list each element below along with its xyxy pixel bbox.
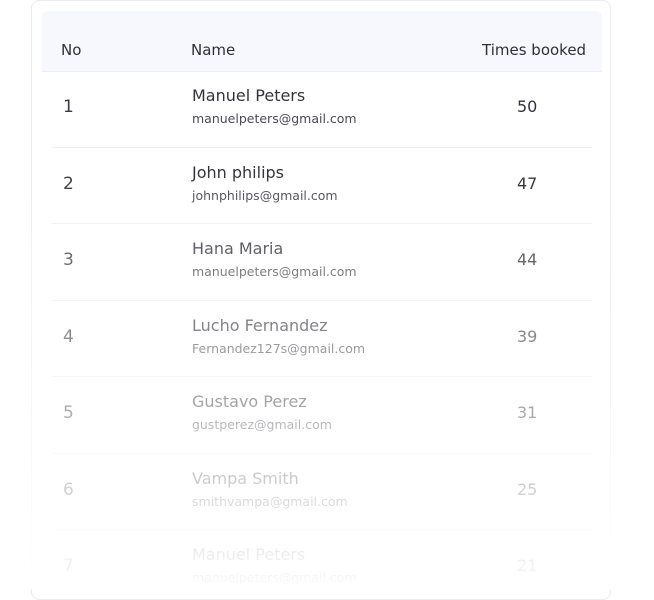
row-number: 5 — [63, 403, 74, 423]
times-booked-value: 44 — [517, 250, 538, 269]
customer-email: manuelpeters@gmail.com — [192, 570, 357, 585]
customer-name: Manuel Peters — [192, 86, 306, 105]
row-number: 3 — [63, 250, 74, 270]
bookings-table-card: No Name Times booked 1 Manuel Peters man… — [31, 0, 611, 600]
customer-email: Fernandez127s@gmail.com — [192, 340, 366, 356]
row-number: 4 — [63, 326, 74, 347]
customer-email: johnphilips@gmail.com — [192, 187, 338, 203]
table-row[interactable]: 7 Manuel Peters manuelpeters@gmail.com 2… — [42, 530, 602, 599]
row-number: 2 — [63, 173, 74, 194]
customer-name: John philips — [192, 162, 284, 182]
times-booked-value: 21 — [517, 556, 538, 575]
times-booked-value: 47 — [517, 173, 538, 193]
customer-name: Gustavo Perez — [192, 392, 307, 411]
column-header-no[interactable]: No — [61, 41, 81, 59]
table-row[interactable]: 6 Vampa Smith smithvampa@gmail.com 25 — [42, 454, 602, 530]
table-row[interactable]: 4 Lucho Fernandez Fernandez127s@gmail.co… — [42, 301, 602, 377]
times-booked-value: 50 — [517, 97, 538, 116]
customer-email: manuelpeters@gmail.com — [192, 111, 357, 126]
table-row[interactable]: 2 John philips johnphilips@gmail.com 47 — [42, 148, 602, 224]
customer-name: Hana Maria — [192, 239, 284, 258]
row-number: 1 — [63, 97, 74, 117]
times-booked-value: 31 — [517, 403, 538, 422]
customer-name: Manuel Peters — [192, 545, 306, 564]
customer-email: smithvampa@gmail.com — [192, 493, 348, 509]
customer-email: manuelpeters@gmail.com — [192, 264, 357, 279]
times-booked-value: 25 — [517, 479, 538, 499]
times-booked-value: 39 — [517, 326, 538, 346]
table-row[interactable]: 1 Manuel Peters manuelpeters@gmail.com 5… — [42, 71, 602, 148]
table-row[interactable]: 5 Gustavo Perez gustperez@gmail.com 31 — [42, 377, 602, 454]
table-row[interactable]: 3 Hana Maria manuelpeters@gmail.com 44 — [42, 224, 602, 301]
column-header-times-booked[interactable]: Times booked — [482, 41, 586, 59]
row-number: 7 — [63, 556, 74, 576]
customer-name: Vampa Smith — [192, 468, 299, 488]
row-number: 6 — [63, 479, 74, 500]
table-header: No Name Times booked — [42, 11, 602, 72]
customer-name: Lucho Fernandez — [192, 315, 328, 335]
customer-email: gustperez@gmail.com — [192, 417, 332, 432]
column-header-name[interactable]: Name — [191, 41, 235, 59]
